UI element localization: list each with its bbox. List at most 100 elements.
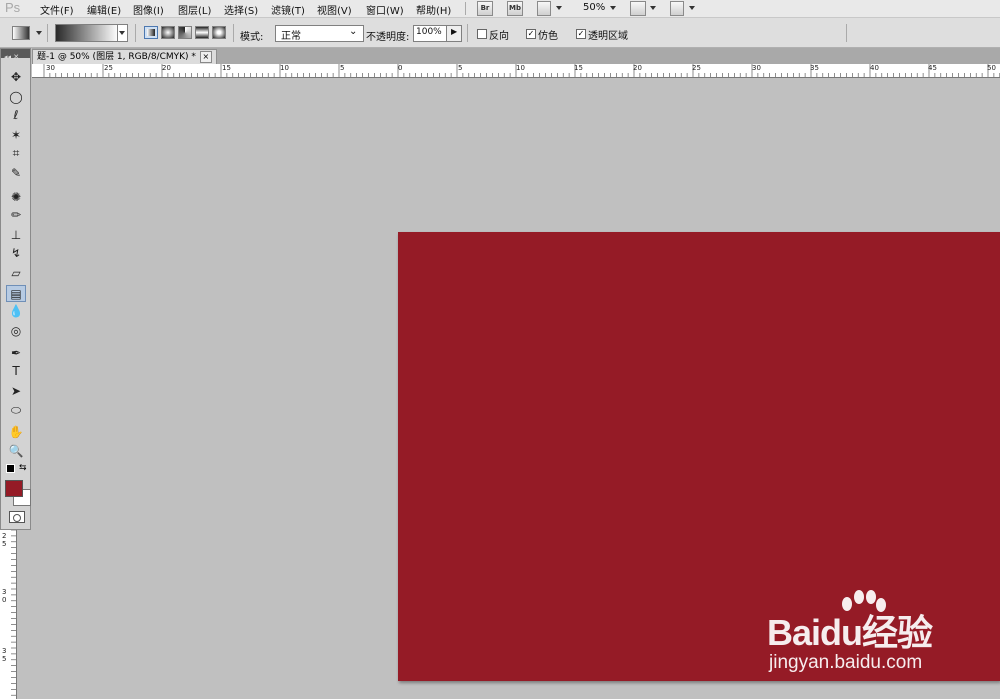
gradient-picker-dropdown[interactable] — [117, 24, 128, 42]
gradient-picker[interactable] — [55, 24, 119, 42]
ruler-label: 5 — [2, 540, 7, 548]
ruler-label: 15 — [222, 64, 231, 72]
mode-select[interactable]: 正常 ⌄ — [275, 25, 364, 42]
zoom-tool-icon[interactable]: 🔍 — [6, 443, 26, 460]
diamond-gradient-button[interactable] — [212, 26, 226, 39]
history-brush-tool-icon[interactable]: ↯ — [6, 245, 26, 262]
blur-tool-icon[interactable]: 💧 — [6, 303, 26, 320]
foreground-color-swatch[interactable] — [5, 480, 23, 497]
ruler-label: 10 — [280, 64, 289, 72]
toolbox: ◂◂ ✕ ✥ ◯ ℓ ✶ ⌗ ✎ ✺ ✏ ⊥ ↯ ▱ ▤ 💧 ◎ ✒ T ➤ ⬭ ✋ 🔍 ⇆ — [0, 48, 31, 530]
toolbox-header[interactable]: ◂◂ ✕ — [1, 49, 30, 61]
transparency-label: 透明区域 — [588, 31, 628, 42]
mini-bridge-button[interactable]: Mb — [507, 1, 523, 16]
chevron-down-icon — [119, 31, 125, 35]
document-tab-strip: 题-1 @ 50% (图层 1, RGB/8/CMYK) * × — [32, 48, 1000, 64]
options-bar: 模式: 正常 ⌄ 不透明度: 100% ▶ 反向 ✓ 仿色 ✓ 透明区域 — [0, 18, 1000, 48]
quick-select-tool-icon[interactable]: ✶ — [6, 127, 26, 144]
collapse-icon[interactable]: ◂◂ ✕ — [1, 53, 19, 61]
menu-bar: Ps 文件(F) 编辑(E) 图像(I) 图层(L) 选择(S) 滤镜(T) 视… — [0, 0, 1000, 18]
document-tab[interactable]: 题-1 @ 50% (图层 1, RGB/8/CMYK) * × — [32, 49, 217, 64]
ruler-label: 3 — [2, 588, 7, 596]
chevron-down-icon: ⌄ — [349, 26, 358, 37]
ruler-label: 30 — [752, 64, 761, 72]
healing-brush-tool-icon[interactable]: ✺ — [6, 189, 26, 206]
ruler-label: 5 — [2, 655, 7, 663]
menu-view[interactable]: 视图(V) — [317, 2, 352, 17]
ruler-label: 20 — [633, 64, 642, 72]
menu-layer[interactable]: 图层(L) — [178, 2, 211, 17]
reverse-checkbox[interactable] — [477, 29, 487, 39]
ruler-label: 5 — [340, 64, 345, 72]
close-icon[interactable]: × — [199, 51, 212, 63]
eyedropper-tool-icon[interactable]: ✎ — [6, 165, 26, 182]
clone-stamp-tool-icon[interactable]: ⊥ — [6, 227, 26, 244]
menu-file[interactable]: 文件(F) — [40, 2, 74, 17]
chevron-down-icon[interactable] — [36, 31, 42, 35]
shape-tool-icon[interactable]: ⬭ — [6, 402, 26, 419]
ruler-label: 0 — [398, 64, 403, 72]
ruler-label: 25 — [692, 64, 701, 72]
watermark-brand: Baidu经验 — [767, 612, 933, 653]
screen-mode-icon[interactable] — [537, 1, 551, 16]
ruler-label: 20 — [162, 64, 171, 72]
linear-gradient-button[interactable] — [144, 26, 158, 39]
ruler-label: 40 — [870, 64, 879, 72]
brush-tool-icon[interactable]: ✏ — [6, 207, 26, 224]
bridge-button[interactable]: Br — [477, 1, 493, 16]
ruler-label: 30 — [46, 64, 55, 72]
pen-tool-icon[interactable]: ✒ — [6, 345, 26, 362]
mode-select-value: 正常 — [281, 31, 301, 42]
reflected-gradient-button[interactable] — [195, 26, 209, 39]
swap-colors-icon[interactable]: ⇆ — [19, 463, 27, 473]
default-colors-icon[interactable] — [6, 464, 15, 473]
ruler-ticks — [11, 530, 16, 696]
menu-edit[interactable]: 编辑(E) — [87, 2, 121, 17]
marquee-tool-icon[interactable]: ◯ — [6, 89, 26, 106]
opacity-input[interactable]: 100% — [413, 25, 447, 42]
angle-gradient-button[interactable] — [178, 26, 192, 39]
document-tab-title: 题-1 @ 50% (图层 1, RGB/8/CMYK) * — [37, 52, 196, 62]
chevron-down-icon[interactable] — [610, 6, 616, 10]
ruler-label: 0 — [2, 596, 7, 604]
tool-preset-icon[interactable] — [12, 26, 30, 40]
chevron-down-icon[interactable] — [556, 6, 562, 10]
crop-tool-icon[interactable]: ⌗ — [6, 145, 26, 162]
arrange-documents-icon[interactable] — [630, 1, 646, 16]
move-tool-icon[interactable]: ✥ — [6, 69, 26, 86]
eraser-tool-icon[interactable]: ▱ — [6, 265, 26, 282]
menu-filter[interactable]: 滤镜(T) — [271, 2, 305, 17]
horizontal-ruler: 30 25 20 15 10 5 0 5 10 15 20 25 30 35 4… — [32, 64, 1000, 78]
dither-checkbox[interactable]: ✓ — [526, 29, 536, 39]
quick-mask-button[interactable] — [9, 511, 25, 523]
radial-gradient-button[interactable] — [161, 26, 175, 39]
ruler-label: 35 — [810, 64, 819, 72]
menu-image[interactable]: 图像(I) — [133, 2, 164, 17]
photoshop-logo: Ps — [5, 0, 21, 15]
chevron-down-icon[interactable] — [689, 6, 695, 10]
ruler-label: 50 — [987, 64, 996, 72]
opacity-slider-button[interactable]: ▶ — [446, 25, 462, 42]
menu-separator — [465, 2, 466, 15]
ruler-label: 25 — [104, 64, 113, 72]
transparency-checkbox[interactable]: ✓ — [576, 29, 586, 39]
menu-window[interactable]: 窗口(W) — [366, 2, 404, 17]
vertical-ruler: 2 5 3 0 3 5 — [0, 530, 17, 699]
type-tool-icon[interactable]: T — [6, 363, 26, 380]
hand-tool-icon[interactable]: ✋ — [6, 424, 26, 441]
menu-help[interactable]: 帮助(H) — [416, 2, 451, 17]
zoom-level[interactable]: 50% — [583, 2, 605, 13]
dodge-tool-icon[interactable]: ◎ — [6, 323, 26, 340]
ruler-label: 3 — [2, 647, 7, 655]
lasso-tool-icon[interactable]: ℓ — [6, 107, 26, 124]
chevron-right-icon: ▶ — [451, 27, 458, 36]
chevron-down-icon[interactable] — [650, 6, 656, 10]
opacity-label: 不透明度: — [366, 32, 410, 43]
menu-select[interactable]: 选择(S) — [224, 2, 258, 17]
mode-label: 模式: — [240, 32, 264, 43]
gradient-tool-icon[interactable]: ▤ — [6, 285, 26, 302]
screen-mode-full-icon[interactable] — [670, 1, 684, 16]
reverse-label: 反向 — [489, 31, 509, 42]
path-selection-tool-icon[interactable]: ➤ — [6, 383, 26, 400]
opacity-value: 100% — [416, 27, 442, 37]
